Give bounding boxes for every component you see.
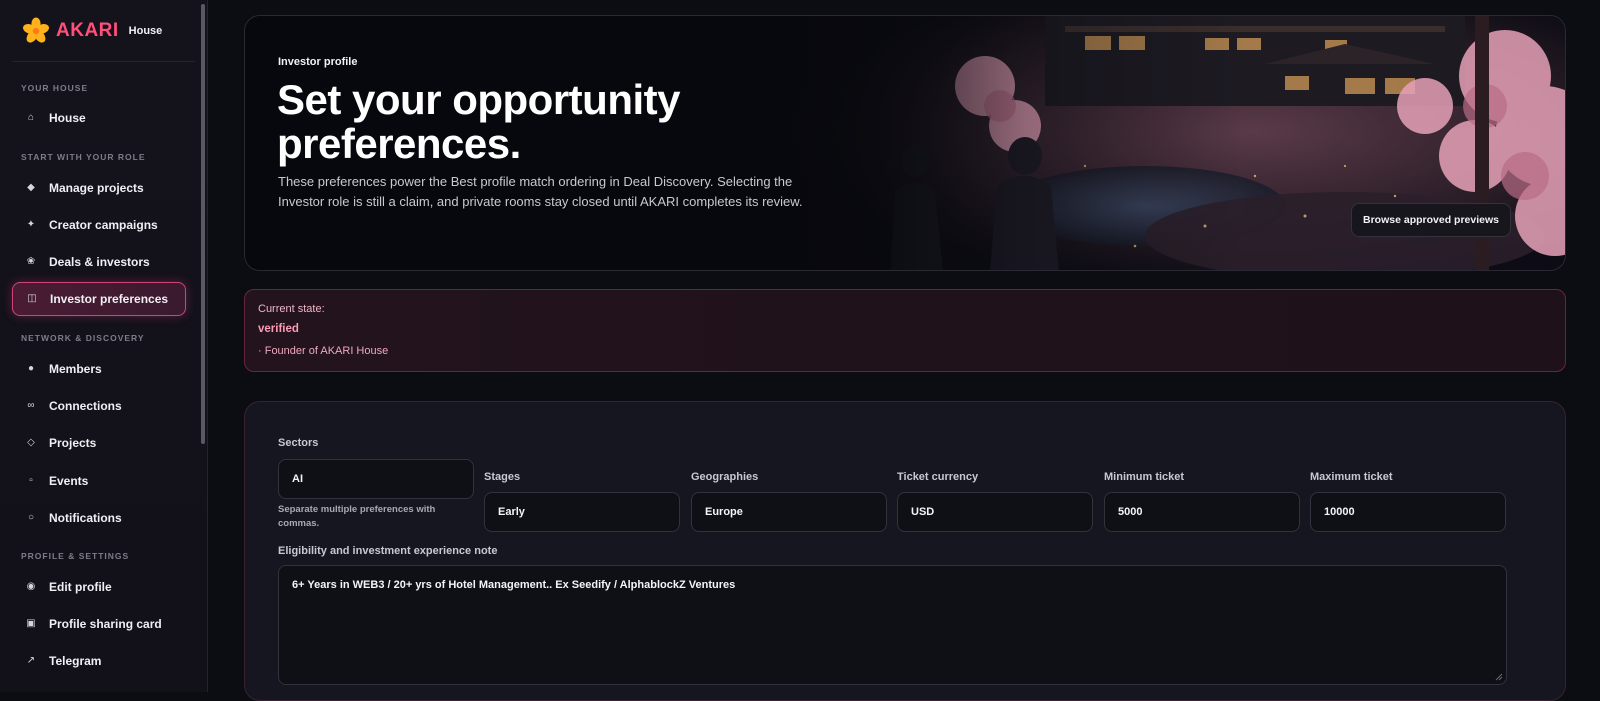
hero-eyebrow: Investor profile [278,56,358,68]
minimum-ticket-label: Minimum ticket [1104,471,1185,483]
sidebar: AKARI House YOUR HOUSE ⌂ House START WIT… [0,0,208,692]
sidebar-item-telegram[interactable]: ↗ Telegram [12,644,186,678]
minimum-ticket-input[interactable]: 5000 [1104,492,1300,532]
home-icon: ⌂ [27,112,35,123]
preferences-form: Sectors AI Separate multiple preferences… [244,401,1566,701]
sparkle-icon: ✦ [26,219,36,230]
sidebar-item-label: Members [49,362,102,376]
arrow-icon: ↗ [26,655,36,666]
sidebar-item-events[interactable]: ▫ Events [12,464,186,498]
sidebar-item-label: Events [49,474,89,488]
section-title-your-house: YOUR HOUSE [21,83,89,93]
sectors-input[interactable]: AI [278,459,474,499]
sectors-hint: Separate multiple preferences with comma… [278,504,436,529]
section-title-profile-settings: PROFILE & SETTINGS [21,551,130,561]
sidebar-item-manage-projects[interactable]: ◆ Manage projects [12,171,186,205]
sidebar-item-label: Projects [49,436,97,450]
members-icon: ● [27,363,35,374]
brand-logo[interactable]: AKARI House [22,14,162,48]
sidebar-item-house[interactable]: ⌂ House [12,101,186,135]
experience-note-textarea[interactable]: 6+ Years in WEB3 / 20+ yrs of Hotel Mana… [278,565,1507,685]
stages-label: Stages [484,471,521,483]
sidebar-item-label: Telegram [49,654,102,668]
sidebar-item-label: Connections [49,399,122,413]
stages-input[interactable]: Early [484,492,680,532]
resize-grip-icon[interactable] [1495,673,1503,681]
sidebar-item-label: Edit profile [49,580,112,594]
brand-name: AKARI [56,20,119,41]
circle-icon: ○ [27,512,35,523]
current-state-banner: Current state: verified · Founder of AKA… [244,289,1566,372]
profile-icon: ◉ [26,581,36,592]
sidebar-item-deals-investors[interactable]: ❀ Deals & investors [12,245,186,279]
section-title-start-with-your-role: START WITH YOUR ROLE [21,152,146,162]
state-label: Current state: [258,303,325,315]
geographies-label: Geographies [691,471,759,483]
square-icon: ▫ [29,475,33,486]
sidebar-item-label: Deals & investors [49,255,150,269]
hero-banner: Investor profile Set your opportunity pr… [244,15,1566,271]
ticket-currency-input[interactable]: USD [897,492,1093,532]
sidebar-item-label: House [49,111,86,125]
diamond-icon: ◆ [27,182,35,193]
sidebar-scrollbar[interactable] [201,4,205,444]
sidebar-item-label: Investor preferences [50,292,169,306]
state-role: · Founder of AKARI House [258,345,389,357]
sidebar-item-connections[interactable]: ∞ Connections [12,389,186,423]
ticket-currency-label: Ticket currency [897,471,979,483]
card-icon: ▣ [26,618,36,629]
divider [12,61,195,62]
section-title-network-discovery: NETWORK & DISCOVERY [21,333,145,343]
page-title: Set your opportunity preferences. [277,76,681,167]
sidebar-item-label: Manage projects [49,181,144,195]
sidebar-item-edit-profile[interactable]: ◉ Edit profile [12,570,186,604]
sidebar-item-label: Profile sharing card [49,617,162,631]
sidebar-item-projects[interactable]: ◇ Projects [12,426,186,460]
brand-subtitle: House [128,25,163,37]
sidebar-item-profile-sharing-card[interactable]: ▣ Profile sharing card [12,607,186,641]
sakura-logo-icon [22,17,50,45]
experience-note-text: 6+ Years in WEB3 / 20+ yrs of Hotel Mana… [292,579,736,591]
maximum-ticket-input[interactable]: 10000 [1310,492,1506,532]
sidebar-item-label: Creator campaigns [49,218,158,232]
maximum-ticket-label: Maximum ticket [1310,471,1393,483]
panel-icon: ◫ [27,293,37,304]
sectors-label: Sectors [278,437,319,449]
browse-approved-previews-button[interactable]: Browse approved previews [1351,203,1511,237]
sidebar-item-notifications[interactable]: ○ Notifications [12,501,186,535]
status-badge: verified [258,323,299,335]
flower-icon: ❀ [26,256,36,267]
diamond-outline-icon: ◇ [27,437,35,448]
sidebar-item-label: Notifications [49,511,122,525]
geographies-input[interactable]: Europe [691,492,887,532]
infinity-icon: ∞ [27,400,35,411]
sidebar-item-members[interactable]: ● Members [12,352,186,386]
sidebar-item-investor-preferences[interactable]: ◫ Investor preferences [12,282,186,316]
experience-note-label: Eligibility and investment experience no… [278,545,498,557]
hero-description: These preferences power the Best profile… [278,174,803,209]
sidebar-item-creator-campaigns[interactable]: ✦ Creator campaigns [12,208,186,242]
